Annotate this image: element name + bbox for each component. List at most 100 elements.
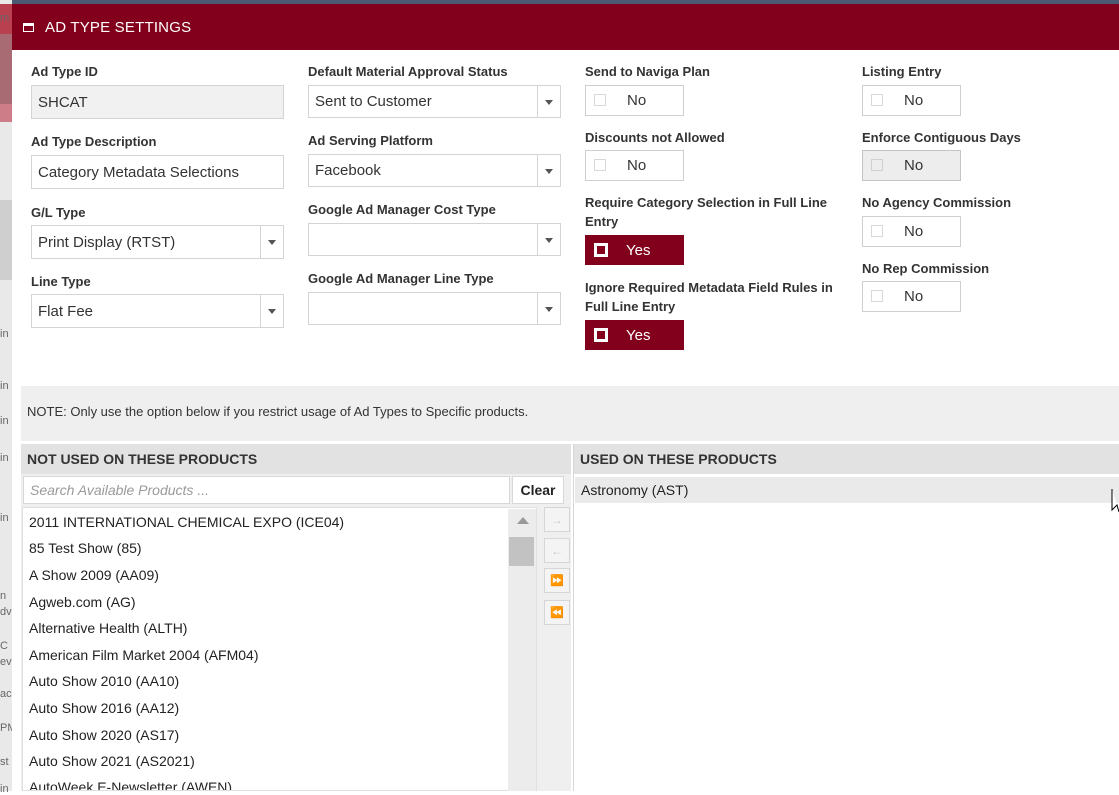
arrow-right-icon: → bbox=[551, 512, 563, 527]
send-to-naviga-plan-value: No bbox=[627, 92, 647, 109]
bg-text: in bbox=[0, 452, 9, 464]
bg-text: C bbox=[0, 640, 8, 652]
gam-cost-type-label: Google Ad Manager Cost Type bbox=[308, 202, 496, 217]
bg-text: in bbox=[0, 328, 9, 340]
bg-text: st bbox=[0, 756, 9, 768]
gam-cost-type-select[interactable] bbox=[308, 223, 561, 256]
scroll-up-icon[interactable] bbox=[517, 517, 529, 524]
product-restriction-note: NOTE: Only use the option below if you r… bbox=[27, 404, 529, 419]
line-type-value: Flat Fee bbox=[38, 302, 94, 320]
no-agency-commission-toggle[interactable]: No bbox=[862, 216, 961, 247]
ignore-required-metadata-value: Yes bbox=[626, 326, 651, 344]
window-icon bbox=[23, 22, 34, 32]
discounts-not-allowed-toggle[interactable]: No bbox=[585, 150, 684, 181]
available-products-list[interactable]: 2011 INTERNATIONAL CHEMICAL EXPO (ICE04)… bbox=[22, 507, 537, 791]
ad-type-id-label: Ad Type ID bbox=[31, 64, 98, 79]
no-rep-commission-label: No Rep Commission bbox=[862, 261, 990, 276]
list-item[interactable]: Agweb.com (AG) bbox=[29, 594, 136, 610]
used-product-item[interactable]: Astronomy (AST) bbox=[575, 477, 1119, 503]
bg-text: in bbox=[0, 380, 9, 392]
chevron-down-icon[interactable] bbox=[260, 295, 283, 327]
bg-text: dv bbox=[0, 606, 12, 618]
chevron-down-icon[interactable] bbox=[537, 155, 560, 186]
move-left-button[interactable]: ← bbox=[544, 538, 570, 563]
default-material-approval-status-label: Default Material Approval Status bbox=[308, 64, 508, 79]
no-rep-commission-toggle[interactable]: No bbox=[862, 281, 961, 312]
bg-text: in bbox=[0, 783, 9, 795]
listing-entry-value: No bbox=[904, 92, 924, 109]
discounts-not-allowed-value: No bbox=[627, 157, 647, 174]
chevron-down-icon[interactable] bbox=[260, 226, 283, 258]
no-agency-commission-label: No Agency Commission bbox=[862, 195, 1012, 210]
checkbox-icon bbox=[594, 243, 608, 257]
bg-text: m bbox=[0, 12, 10, 24]
enforce-contiguous-days-value: No bbox=[904, 157, 924, 174]
cursor-icon bbox=[1111, 489, 1119, 513]
move-right-button[interactable]: → bbox=[544, 507, 570, 532]
bg-text: ac bbox=[0, 688, 12, 700]
send-to-naviga-plan-toggle[interactable]: No bbox=[585, 85, 684, 116]
checkbox-icon bbox=[594, 159, 606, 171]
list-item[interactable]: 2011 INTERNATIONAL CHEMICAL EXPO (ICE04) bbox=[29, 514, 344, 530]
scroll-thumb[interactable] bbox=[509, 537, 534, 566]
ignore-required-metadata-toggle[interactable]: Yes bbox=[585, 320, 684, 350]
not-used-header: NOT USED ON THESE PRODUCTS bbox=[21, 444, 571, 474]
line-type-select[interactable]: Flat Fee bbox=[31, 294, 284, 328]
checkbox-icon bbox=[594, 328, 608, 342]
ad-serving-platform-label: Ad Serving Platform bbox=[308, 133, 433, 148]
list-item[interactable]: Alternative Health (ALTH) bbox=[29, 620, 187, 636]
ad-type-settings-dialog: AD TYPE SETTINGS Ad Type ID SHCAT Ad Typ… bbox=[12, 4, 1119, 791]
double-arrow-right-icon: ⏩ bbox=[550, 575, 564, 587]
list-item[interactable]: Auto Show 2021 (AS2021) bbox=[29, 753, 195, 769]
chevron-down-icon[interactable] bbox=[537, 86, 560, 117]
ignore-required-metadata-label: Ignore Required Metadata Field Rules in … bbox=[585, 280, 833, 314]
arrow-left-icon: ← bbox=[551, 543, 563, 558]
bg-text: ev bbox=[0, 656, 12, 668]
bg-text: in bbox=[0, 512, 9, 524]
default-material-approval-status-select[interactable]: Sent to Customer bbox=[308, 85, 561, 118]
chevron-down-icon[interactable] bbox=[537, 224, 560, 255]
no-agency-commission-value: No bbox=[904, 223, 924, 240]
gl-type-select[interactable]: Print Display (RTST) bbox=[31, 225, 284, 259]
search-available-products-input[interactable]: Search Available Products ... bbox=[23, 476, 510, 504]
line-type-label: Line Type bbox=[31, 274, 91, 289]
dialog-titlebar[interactable]: AD TYPE SETTINGS bbox=[12, 4, 1119, 50]
move-all-left-button[interactable]: ⏪ bbox=[544, 600, 570, 625]
bg-text: n bbox=[0, 590, 7, 602]
ad-type-description-field[interactable]: Category Metadata Selections bbox=[31, 155, 284, 189]
enforce-contiguous-days-toggle[interactable]: No bbox=[862, 150, 961, 181]
require-category-selection-toggle[interactable]: Yes bbox=[585, 235, 684, 265]
gam-line-type-label: Google Ad Manager Line Type bbox=[308, 271, 494, 286]
list-item[interactable]: A Show 2009 (AA09) bbox=[29, 567, 159, 583]
clear-button[interactable]: Clear bbox=[512, 476, 564, 504]
chevron-down-icon[interactable] bbox=[537, 293, 560, 324]
list-scrollbar[interactable] bbox=[508, 509, 536, 791]
used-header: USED ON THESE PRODUCTS bbox=[574, 444, 1119, 474]
ad-type-description-label: Ad Type Description bbox=[31, 134, 157, 149]
list-item[interactable]: Auto Show 2010 (AA10) bbox=[29, 673, 179, 689]
checkbox-icon bbox=[871, 94, 883, 106]
listing-entry-label: Listing Entry bbox=[862, 64, 942, 79]
gl-type-label: G/L Type bbox=[31, 205, 86, 220]
enforce-contiguous-days-label: Enforce Contiguous Days bbox=[862, 130, 1021, 145]
discounts-not-allowed-label: Discounts not Allowed bbox=[585, 130, 725, 145]
checkbox-icon bbox=[871, 159, 883, 171]
require-category-selection-value: Yes bbox=[626, 241, 651, 259]
checkbox-icon bbox=[594, 94, 606, 106]
listing-entry-toggle[interactable]: No bbox=[862, 85, 961, 116]
send-to-naviga-plan-label: Send to Naviga Plan bbox=[585, 64, 710, 79]
double-arrow-left-icon: ⏪ bbox=[550, 607, 564, 619]
list-item[interactable]: 85 Test Show (85) bbox=[29, 540, 142, 556]
dialog-title: AD TYPE SETTINGS bbox=[45, 18, 192, 36]
gam-line-type-select[interactable] bbox=[308, 292, 561, 325]
list-item[interactable]: Auto Show 2016 (AA12) bbox=[29, 700, 179, 716]
background-page: m in in in in in n dv C ev ac PM st in bbox=[0, 0, 17, 795]
require-category-selection-label: Require Category Selection in Full Line … bbox=[585, 195, 827, 229]
list-item[interactable]: American Film Market 2004 (AFM04) bbox=[29, 647, 259, 663]
list-item[interactable]: AutoWeek E-Newsletter (AWEN) bbox=[29, 779, 232, 790]
checkbox-icon bbox=[871, 225, 883, 237]
ad-type-id-field[interactable]: SHCAT bbox=[31, 85, 284, 119]
move-all-right-button[interactable]: ⏩ bbox=[544, 568, 570, 593]
ad-serving-platform-select[interactable]: Facebook bbox=[308, 154, 561, 187]
list-item[interactable]: Auto Show 2020 (AS17) bbox=[29, 727, 179, 743]
